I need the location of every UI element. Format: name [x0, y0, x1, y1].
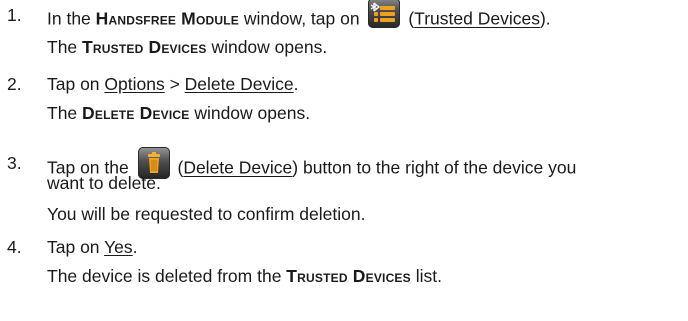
step-text: . — [132, 237, 138, 257]
step-text: The device is deleted from the — [47, 266, 287, 286]
step-text: ). — [539, 8, 551, 29]
step-text: ( — [172, 157, 184, 178]
step-text: list. — [410, 266, 442, 286]
step-3-continuation: want to delete. — [47, 173, 161, 193]
step-4-result: The device is deleted from the Trusted D… — [47, 266, 442, 287]
window-name: Trusted Devices — [82, 37, 207, 57]
step-3-result: You will be requested to confirm deletio… — [47, 204, 366, 224]
step-number: 2. — [7, 74, 22, 94]
step-number: 4. — [7, 237, 22, 257]
step-text: In the — [47, 8, 96, 29]
step-text: The — [47, 103, 83, 123]
step-text: ) button to the right of the device you — [292, 157, 577, 178]
step-number: 3. — [7, 153, 22, 173]
step-text: . — [293, 74, 299, 94]
window-name: Trusted Devices — [286, 266, 411, 286]
step-text: window opens. — [206, 37, 328, 57]
step-number: 1. — [7, 5, 22, 25]
step-2-line: Tap on Options > Delete Device. — [47, 74, 299, 95]
step-text: window opens. — [189, 103, 311, 123]
step-text: The — [47, 37, 83, 57]
step-1-line: In the Handsfree Module window, tap on (… — [47, 0, 551, 35]
step-text: ( — [403, 8, 415, 29]
step-text: Tap on — [47, 74, 105, 94]
step-text: window, tap on — [238, 8, 365, 29]
trusted-devices-icon — [368, 0, 401, 28]
delete-device-link[interactable]: Delete Device — [185, 74, 294, 94]
window-name: Handsfree Module — [95, 8, 239, 29]
step-2-result: The Delete Device window opens. — [47, 103, 310, 124]
step-text: > — [164, 74, 185, 94]
options-link[interactable]: Options — [104, 74, 164, 94]
trusted-devices-link[interactable]: Trusted Devices — [414, 9, 540, 29]
step-text: Tap on — [47, 237, 105, 257]
yes-link[interactable]: Yes — [104, 237, 133, 257]
step-1-result: The Trusted Devices window opens. — [47, 37, 327, 58]
window-name: Delete Device — [82, 103, 190, 123]
step-4-line: Tap on Yes. — [47, 237, 138, 258]
delete-device-link[interactable]: Delete Device — [183, 158, 292, 178]
